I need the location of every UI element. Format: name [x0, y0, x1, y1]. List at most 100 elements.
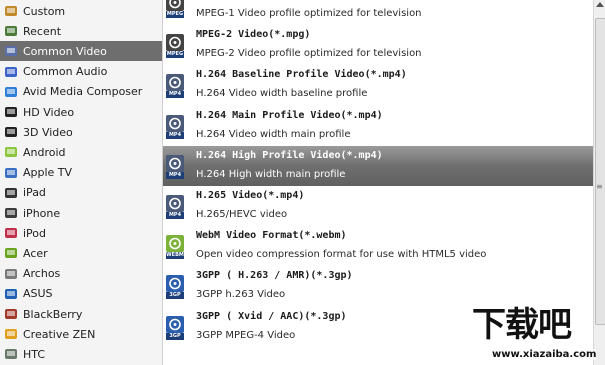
sidebar-item-custom[interactable]: Custom	[0, 1, 162, 21]
sidebar-item-label: BlackBerry	[23, 307, 83, 321]
sidebar-item-acer[interactable]: Acer	[0, 243, 162, 263]
format-title: MPEG-2 Video(*.mpg)	[196, 29, 311, 41]
format-tag: MPEG	[166, 11, 184, 18]
sidebar-item-label: iPad	[23, 186, 46, 200]
format-description: MPEG-1 Video profile optimized for telev…	[196, 8, 422, 19]
format-tag: MP4	[166, 171, 184, 179]
sidebar-item-htc[interactable]: HTC	[0, 344, 162, 364]
watermark-url: www.xiazaiba.com	[492, 349, 597, 360]
sidebar-item-label: Creative ZEN	[23, 327, 96, 341]
format-item[interactable]: MP4 H.264 High Profile Video(*.mp4) H.264 …	[163, 145, 593, 186]
sidebar-item-android[interactable]: Android	[0, 142, 162, 162]
ipod-icon	[4, 226, 18, 240]
format-title: H.264 Main Profile Video(*.mp4)	[196, 109, 383, 121]
blackberry-icon	[4, 307, 18, 321]
quicktime-icon: MP4	[166, 154, 184, 181]
recent-icon	[4, 24, 18, 38]
watermark-logo: 下载吧	[472, 305, 572, 345]
format-title: WebM Video Format(*.webm)	[196, 230, 347, 242]
format-item[interactable]: 3GP 3GPP ( H.263 / AMR)(*.3gp) 3GPP h.263 …	[163, 266, 593, 306]
sidebar-item-label: iPhone	[23, 206, 61, 220]
phone-3gp-icon: 3GP	[166, 315, 184, 342]
sidebar-item-label: Common Audio	[23, 65, 108, 79]
webm-play-icon: WEBM	[166, 235, 184, 261]
format-item[interactable]: MP4 H.265 Video(*.mp4) H.265/HEVC video	[163, 186, 593, 226]
sidebar-item-label: Recent	[23, 24, 62, 38]
format-item[interactable]: MP4 H.264 Baseline Profile Video(*.mp4) H.…	[163, 65, 593, 105]
music-note-icon	[4, 65, 18, 79]
quicktime-icon: MP4	[166, 74, 184, 100]
sidebar-item-label: Common Video	[23, 44, 107, 58]
format-description: 3GPP h.263 Video	[196, 289, 286, 301]
sidebar-item-hd-video[interactable]: HD Video	[0, 102, 162, 122]
sidebar-item-ipad[interactable]: iPad	[0, 183, 162, 203]
format-description: MPEG-2 Video profile optimized for telev…	[196, 48, 422, 60]
format-title: 3GPP ( Xvid / AAC)(*.3gp)	[196, 310, 347, 322]
phone-3gp-icon: 3GP	[166, 275, 184, 301]
sidebar-item-label: Custom	[23, 4, 66, 18]
avid-icon	[4, 85, 18, 99]
scrollbar-thumb[interactable]	[595, 18, 605, 325]
sidebar-item-avid-media-composer[interactable]: Avid Media Composer	[0, 82, 162, 102]
format-tag: MPEG	[166, 51, 184, 59]
format-item[interactable]: WEBM WebM Video Format(*.webm) Open video …	[163, 226, 593, 266]
sidebar-item-label: Archos	[23, 267, 61, 281]
category-sidebar: Custom Recent Common Video Common Audio Avid…	[0, 0, 163, 365]
format-tag: WEBM	[166, 252, 184, 260]
format-title: H.265 Video(*.mp4)	[196, 190, 305, 201]
format-tag: 3GP	[166, 292, 184, 300]
sidebar-item-label: ASUS	[23, 287, 53, 301]
sidebar-item-ipod[interactable]: iPod	[0, 223, 162, 243]
format-title: H.264 High Profile Video(*.mp4)	[196, 149, 383, 161]
format-title: 3GPP ( H.263 / AMR)(*.3gp)	[196, 270, 353, 282]
quicktime-icon: MP4	[166, 114, 184, 141]
sidebar-item-label: Android	[23, 145, 66, 159]
sidebar-item-creative-zen[interactable]: Creative ZEN	[0, 324, 162, 344]
hd-icon	[4, 105, 18, 119]
sidebar-item-label: 3D Video	[23, 125, 73, 139]
creative-zen-icon	[4, 327, 18, 341]
film-reel-icon: MPEG	[166, 34, 184, 60]
sidebar-item-label: Acer	[23, 246, 48, 260]
sidebar-item-iphone[interactable]: iPhone	[0, 203, 162, 223]
format-tag: MP4	[166, 212, 184, 219]
sidebar-item-apple-tv[interactable]: Apple TV	[0, 163, 162, 183]
format-tag: MP4	[166, 91, 184, 99]
3d-icon	[4, 125, 18, 139]
format-description: Open video compression format for use wi…	[196, 249, 487, 261]
sidebar-item-archos[interactable]: Archos	[0, 264, 162, 284]
sidebar-item-asus[interactable]: ASUS	[0, 284, 162, 304]
sidebar-item-blackberry[interactable]: BlackBerry	[0, 304, 162, 324]
film-reel-icon: MPEG	[166, 0, 184, 20]
sidebar-item-label: HD Video	[23, 105, 75, 119]
format-item[interactable]: MPEG MPEG-2 Video(*.mpg) MPEG-2 Video prof…	[163, 25, 593, 65]
sidebar-item-recent[interactable]: Recent	[0, 21, 162, 41]
watermark: 下载吧 www.xiazaiba.com	[472, 305, 602, 365]
iphone-icon	[4, 206, 18, 220]
acer-icon	[4, 246, 18, 260]
htc-icon	[4, 347, 18, 361]
quicktime-icon: MP4	[166, 195, 184, 221]
format-tag: 3GP	[166, 332, 184, 340]
format-item[interactable]: MPEGMPEG-1 Video(*.mpg)MPEG-1 Video prof…	[163, 0, 593, 25]
format-item[interactable]: MP4 H.264 Main Profile Video(*.mp4) H.264 …	[163, 106, 593, 146]
sidebar-item-common-video[interactable]: Common Video	[0, 41, 162, 62]
format-description: 3GPP MPEG-4 Video	[196, 329, 296, 341]
android-icon	[4, 145, 18, 159]
sidebar-item-label: iPod	[23, 226, 47, 240]
sidebar-item-label: Avid Media Composer	[23, 85, 143, 99]
format-description: H.264 High width main profile	[196, 168, 346, 180]
scroll-up-arrow-icon[interactable]	[596, 2, 604, 7]
sidebar-item-label: Apple TV	[23, 166, 73, 180]
scrollbar-grip-icon: ≡	[596, 182, 603, 191]
format-description: H.264 Video width baseline profile	[196, 88, 368, 100]
format-title: H.264 Baseline Profile Video(*.mp4)	[196, 69, 407, 81]
custom-icon	[4, 4, 18, 18]
format-tag: MP4	[166, 131, 184, 139]
sidebar-item-3d-video[interactable]: 3D Video	[0, 122, 162, 142]
format-description: H.264 Video width main profile	[196, 128, 351, 140]
asus-icon	[4, 287, 18, 301]
sidebar-item-common-audio[interactable]: Common Audio	[0, 62, 162, 82]
ipad-icon	[4, 186, 18, 200]
apple-tv-icon	[4, 166, 18, 180]
